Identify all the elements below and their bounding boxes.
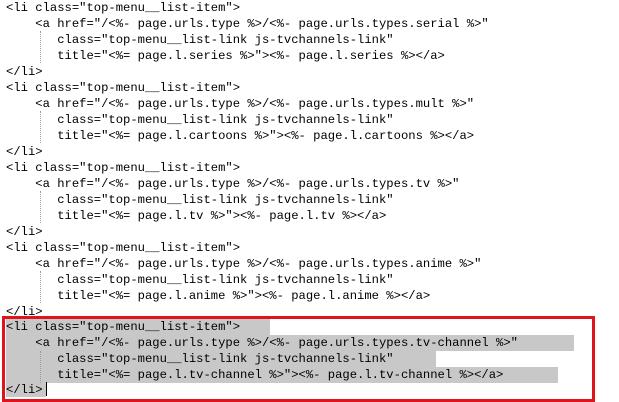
code-line: title="<%= page.l.anime %>"><%- page.l.a… xyxy=(6,289,431,303)
code-editor[interactable]: <li class="top-menu__list-item"> <a href… xyxy=(0,0,619,402)
code-line: class="top-menu__list-link js-tvchannels… xyxy=(6,193,394,207)
code-line: title="<%= page.l.series %>"><%- page.l.… xyxy=(6,49,445,63)
code-line: title="<%= page.l.cartoons %>"><%- page.… xyxy=(6,129,475,143)
code-line: <li class="top-menu__list-item"> xyxy=(6,241,241,255)
code-line: </li> xyxy=(6,65,43,79)
code-line: class="top-menu__list-link js-tvchannels… xyxy=(6,33,394,47)
code-line: class="top-menu__list-link js-tvchannels… xyxy=(6,273,394,287)
code-line: <li class="top-menu__list-item"> xyxy=(6,1,241,15)
code-line: <a href="/<%- page.urls.type %>/<%- page… xyxy=(6,97,475,111)
code-line: </li> xyxy=(6,145,43,159)
code-line: <a href="/<%- page.urls.type %>/<%- page… xyxy=(6,17,489,31)
code-line: <a href="/<%- page.urls.type %>/<%- page… xyxy=(6,177,460,191)
code-line: title="<%= page.l.tv %>"><%- page.l.tv %… xyxy=(6,209,387,223)
code-line: <li class="top-menu__list-item"> xyxy=(6,81,241,95)
code-line: </li> xyxy=(6,225,43,239)
annotation-highlight-box xyxy=(2,316,595,402)
code-line: <a href="/<%- page.urls.type %>/<%- page… xyxy=(6,257,482,271)
code-line: <li class="top-menu__list-item"> xyxy=(6,161,241,175)
code-line: class="top-menu__list-link js-tvchannels… xyxy=(6,113,394,127)
